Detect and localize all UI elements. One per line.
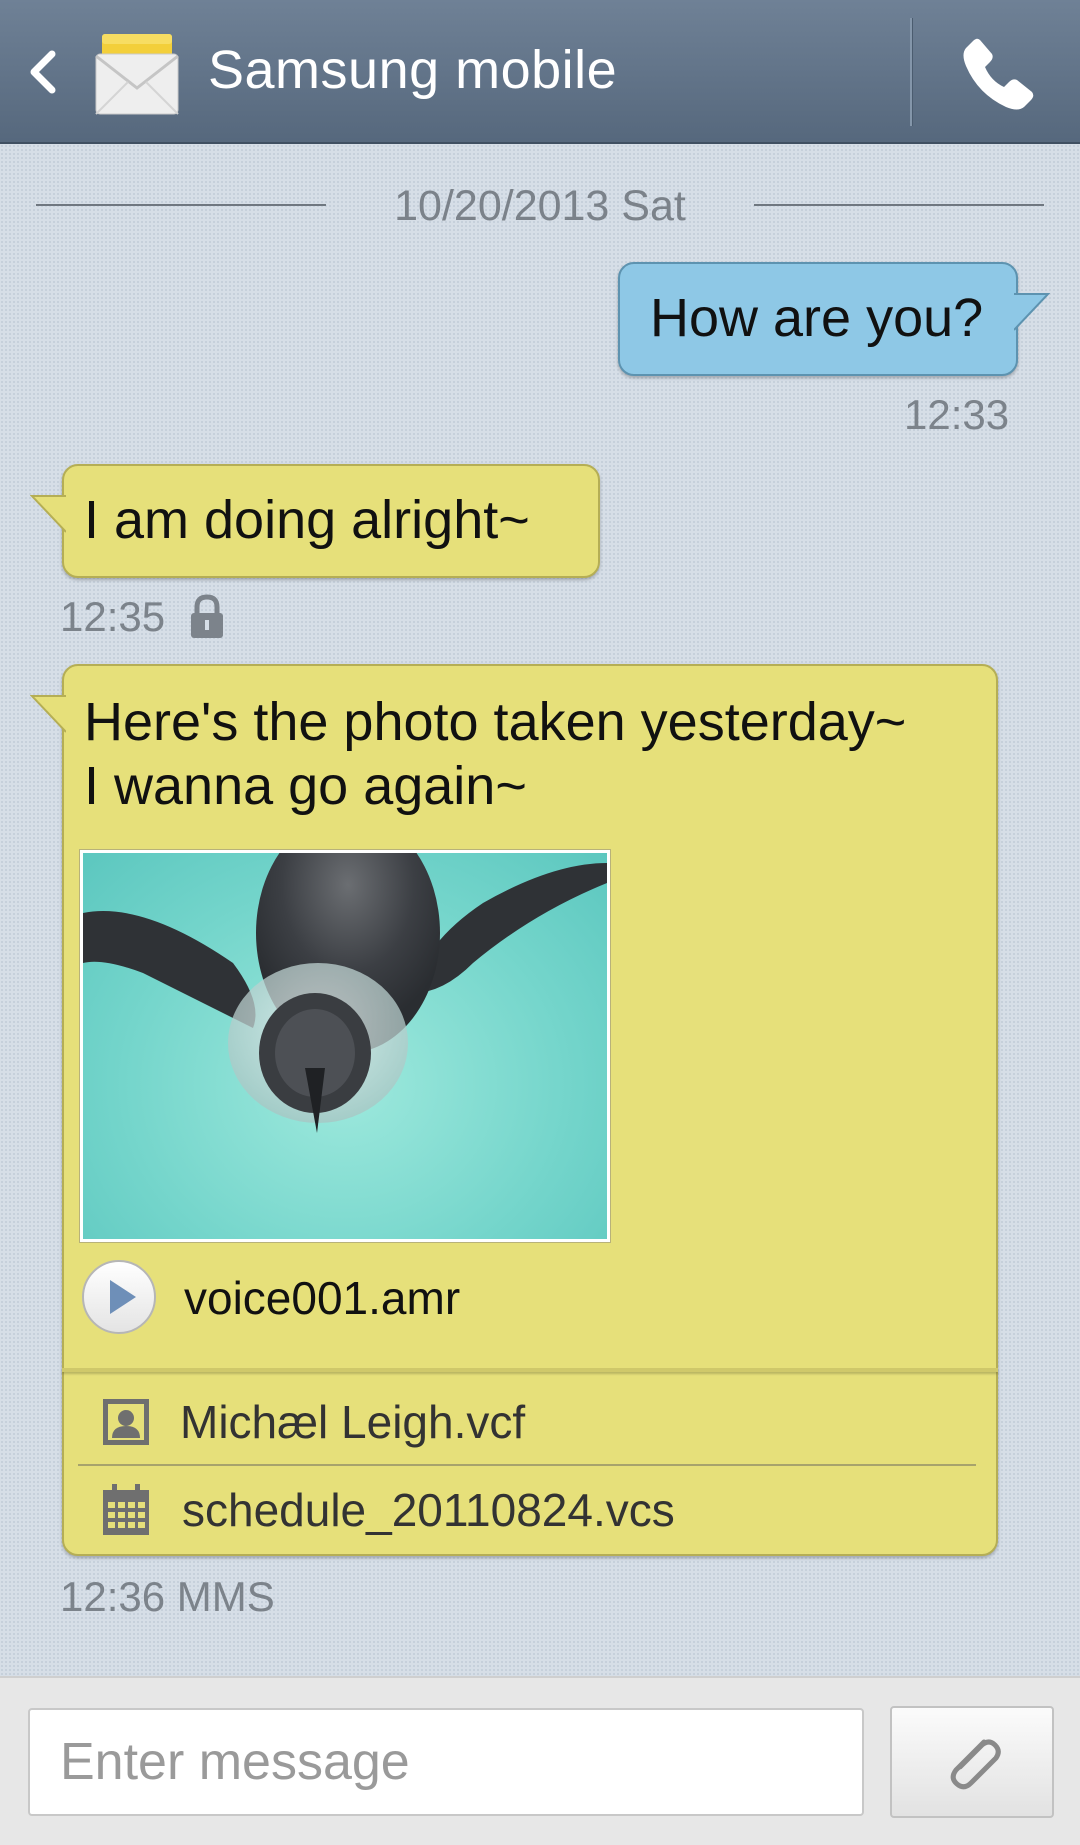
attachment-separator	[78, 1464, 976, 1466]
message-time: 12:36 MMS	[60, 1572, 275, 1622]
penguin-photo[interactable]	[79, 849, 611, 1243]
penguin-image	[83, 853, 607, 1133]
audio-attachment-name[interactable]: voice001.amr	[184, 1270, 460, 1326]
message-input[interactable]	[30, 1710, 862, 1814]
message-time-value: 12:36	[60, 1573, 166, 1620]
envelope-icon	[94, 32, 180, 116]
message-input-box	[28, 1708, 864, 1816]
message-text: How are you?	[650, 288, 984, 348]
date-label: 10/20/2013 Sat	[394, 182, 686, 230]
paperclip-icon	[950, 1739, 1001, 1790]
conversation-title: Samsung mobile	[208, 40, 618, 100]
message-type-label: MMS	[176, 1573, 275, 1620]
incoming-message-bubble[interactable]: I am doing alright~	[30, 464, 600, 578]
date-divider: 10/20/2013 Sat	[36, 180, 1044, 232]
bubble-tail	[1014, 293, 1050, 331]
lock-icon	[191, 594, 223, 638]
play-button[interactable]	[82, 1260, 156, 1334]
calendar-icon	[103, 1484, 149, 1535]
call-button[interactable]	[958, 34, 1038, 114]
message-time: 12:35	[60, 593, 166, 640]
play-icon	[110, 1280, 136, 1314]
header-divider	[910, 18, 913, 126]
vcs-attachment-name[interactable]: schedule_20110824.vcs	[182, 1482, 675, 1538]
phone-icon	[963, 38, 1034, 110]
outgoing-message-bubble[interactable]: How are you?	[618, 262, 1050, 376]
message-text-line2: I wanna go again~	[84, 756, 527, 816]
composer-bar	[0, 1676, 1080, 1845]
mms-body-divider	[62, 1368, 998, 1372]
message-text: I am doing alright~	[84, 490, 530, 550]
back-button[interactable]	[18, 40, 68, 104]
message-text-line1: Here's the photo taken yesterday~	[84, 692, 907, 752]
bubble-tail	[30, 495, 66, 533]
vcf-attachment-name[interactable]: Michæl Leigh.vcf	[180, 1394, 525, 1450]
attach-button[interactable]	[890, 1706, 1054, 1818]
message-time: 12:33	[904, 391, 1010, 438]
title-bar: Samsung mobile	[0, 0, 1080, 144]
bubble-tail	[30, 695, 66, 733]
contact-card-icon	[103, 1399, 149, 1445]
back-chevron-icon	[30, 50, 56, 94]
